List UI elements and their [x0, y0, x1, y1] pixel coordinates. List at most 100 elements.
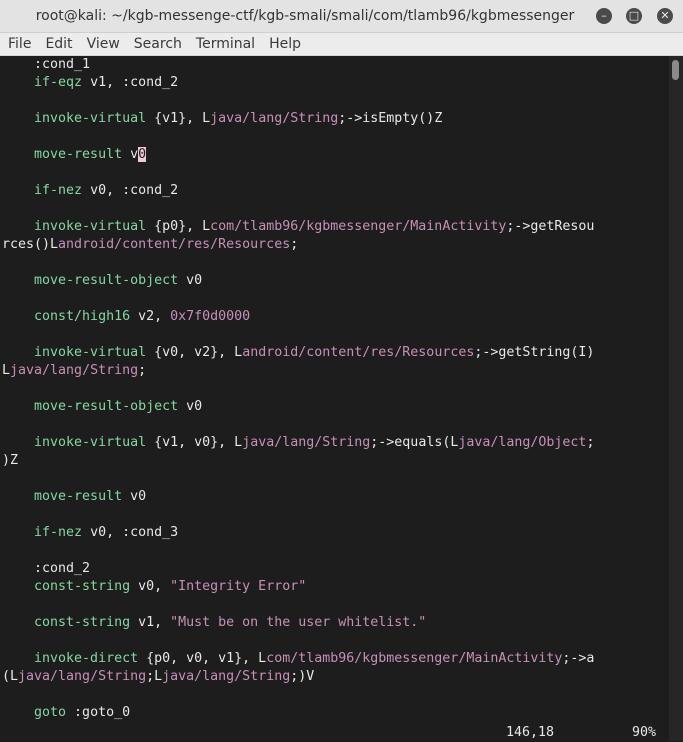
terminal-line: invoke-direct {p0, v0, v1}, Lcom/tlamb96… [2, 650, 594, 668]
cursor-position: 146,18 [506, 725, 555, 740]
terminal-window: root@kali: ~/kgb-messenge-ctf/kgb-smali/… [0, 0, 683, 741]
scrollbar[interactable] [669, 56, 683, 741]
code-token: ;->equals(L [370, 435, 459, 450]
code-token: {v1, v0}, L [146, 435, 243, 450]
code-token: java/lang/String [10, 363, 139, 378]
code-token: {v1}, L [146, 111, 211, 126]
code-token: :goto_0 [66, 705, 131, 720]
code-token: invoke-direct [2, 651, 139, 666]
code-token: const/high16 [2, 309, 131, 324]
code-token: ;L [146, 669, 163, 684]
terminal-line: :cond_1 [2, 56, 90, 74]
title-bar[interactable]: root@kali: ~/kgb-messenge-ctf/kgb-smali/… [0, 0, 683, 33]
code-token: android/content/res/Resources [58, 237, 291, 252]
terminal-line: move-result v0 [2, 146, 147, 164]
terminal-line: move-result-object v0 [2, 398, 202, 416]
code-token: "Must be on the user whitelist." [170, 615, 427, 630]
terminal-line: )Z [2, 452, 18, 470]
code-token: java/lang/Object [458, 435, 587, 450]
code-token: v0 [122, 489, 147, 504]
code-token: {p0, v0, v1}, L [138, 651, 267, 666]
code-token: v0 [178, 273, 203, 288]
code-token: if-eqz [2, 75, 83, 90]
code-token: if-nez [2, 525, 83, 540]
code-token: com/tlamb96/kgbmessenger/MainActivity [266, 651, 563, 666]
code-token: ; [290, 237, 299, 252]
code-token: 0x7f0d0000 [170, 309, 251, 324]
code-token: v1, [130, 615, 171, 630]
terminal-line: const-string v0, "Integrity Error" [2, 578, 306, 596]
code-token: v0, [130, 579, 171, 594]
code-token: ; [138, 363, 147, 378]
code-token: android/content/res/Resources [242, 345, 475, 360]
code-token: const-string [2, 615, 131, 630]
code-token: ;->getString(I) [474, 345, 595, 360]
code-token: java/lang/String [242, 435, 371, 450]
code-token: )Z [2, 453, 19, 468]
terminal-line: const-string v1, "Must be on the user wh… [2, 614, 426, 632]
terminal-line: invoke-virtual {v0, v2}, Landroid/conten… [2, 344, 594, 362]
code-token: v1, :cond_2 [82, 75, 179, 90]
terminal-line: (Ljava/lang/String;Ljava/lang/String;)V [2, 668, 314, 686]
terminal-line: invoke-virtual {v1, v0}, Ljava/lang/Stri… [2, 434, 594, 452]
terminal-line: goto :goto_0 [2, 704, 130, 722]
code-token: v [122, 147, 139, 162]
terminal-line: move-result v0 [2, 488, 146, 506]
close-icon: ✕ [660, 9, 670, 22]
code-token: v0, :cond_3 [82, 525, 179, 540]
terminal-line: Ljava/lang/String; [2, 362, 146, 380]
code-token: ;->a [562, 651, 595, 666]
code-token: v0 [178, 399, 203, 414]
terminal-line: move-result-object v0 [2, 272, 202, 290]
maximize-icon: □ [628, 9, 640, 22]
code-token: v0, :cond_2 [82, 183, 179, 198]
code-token: java/lang/String [210, 111, 339, 126]
code-token: ; [586, 435, 595, 450]
code-token: {p0}, L [146, 219, 211, 234]
close-button[interactable]: ✕ [657, 8, 673, 24]
code-token: move-result [2, 147, 123, 162]
menu-terminal[interactable]: Terminal [189, 33, 262, 55]
text-cursor: 0 [138, 147, 147, 162]
terminal-line: rces()Landroid/content/res/Resources; [2, 236, 298, 254]
maximize-button[interactable]: □ [626, 8, 642, 24]
code-token: invoke-virtual [2, 111, 147, 126]
code-token: java/lang/String [18, 669, 147, 684]
scrollbar-thumb[interactable] [672, 60, 679, 80]
terminal-line: :cond_2 [2, 560, 90, 578]
code-token: if-nez [2, 183, 83, 198]
scroll-percent: 90% [632, 725, 657, 740]
code-token: goto [2, 705, 67, 720]
menu-file[interactable]: File [1, 33, 38, 55]
code-token: com/tlamb96/kgbmessenger/MainActivity [210, 219, 507, 234]
minimize-icon: – [601, 9, 607, 22]
code-token: v2, [130, 309, 171, 324]
code-token: invoke-virtual [2, 219, 147, 234]
menu-bar: File Edit View Search Terminal Help [0, 33, 683, 56]
terminal-line: if-nez v0, :cond_2 [2, 182, 178, 200]
menu-help[interactable]: Help [262, 33, 308, 55]
code-token: {v0, v2}, L [146, 345, 243, 360]
terminal-line: invoke-virtual {v1}, Ljava/lang/String;-… [2, 110, 442, 128]
code-token: invoke-virtual [2, 435, 147, 450]
code-token: invoke-virtual [2, 345, 147, 360]
terminal-line: const/high16 v2, 0x7f0d0000 [2, 308, 250, 326]
menu-view[interactable]: View [80, 33, 127, 55]
code-token: ;)V [290, 669, 315, 684]
minimize-button[interactable]: – [596, 8, 612, 24]
code-token: move-result-object [2, 399, 179, 414]
code-token: ;->isEmpty()Z [338, 111, 443, 126]
code-token: java/lang/String [162, 669, 291, 684]
terminal-line: if-eqz v1, :cond_2 [2, 74, 178, 92]
menu-edit[interactable]: Edit [38, 33, 79, 55]
code-token: ;->getResou [506, 219, 595, 234]
code-token: rces()L [2, 237, 59, 252]
window-title: root@kali: ~/kgb-messenge-ctf/kgb-smali/… [35, 8, 575, 24]
terminal-content[interactable]: :cond_1 if-eqz v1, :cond_2 invoke-virtua… [0, 56, 669, 741]
code-token: move-result-object [2, 273, 179, 288]
code-token: (L [2, 669, 19, 684]
menu-search[interactable]: Search [127, 33, 189, 55]
code-token: "Integrity Error" [170, 579, 307, 594]
code-token: :cond_1 [2, 57, 91, 72]
code-token: move-result [2, 489, 123, 504]
